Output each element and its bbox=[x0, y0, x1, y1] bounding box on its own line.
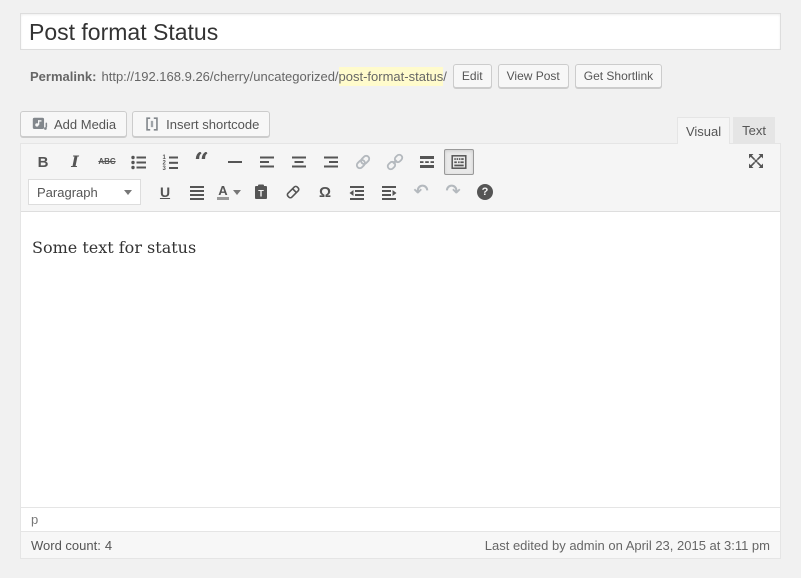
text-color-button[interactable]: A bbox=[214, 179, 244, 205]
align-left-icon bbox=[257, 152, 277, 172]
content-paragraph: Some text for status bbox=[32, 238, 770, 257]
fullscreen-button[interactable] bbox=[741, 148, 771, 174]
editor-mode-tabs: Visual Text bbox=[677, 117, 775, 143]
bulleted-list-icon bbox=[129, 152, 149, 172]
add-media-label: Add Media bbox=[54, 117, 116, 132]
strikethrough-icon: ABC bbox=[98, 158, 115, 166]
special-character-button[interactable]: Ω bbox=[310, 179, 340, 205]
word-count-label: Word count: bbox=[31, 538, 101, 553]
justify-icon bbox=[187, 182, 207, 202]
post-status-info: Word count: 4 Last edited by admin on Apr… bbox=[21, 531, 780, 558]
help-icon: ? bbox=[477, 184, 493, 200]
bold-icon: B bbox=[38, 155, 49, 170]
add-media-button[interactable]: Add Media bbox=[20, 111, 127, 137]
format-select[interactable]: Paragraph bbox=[28, 179, 141, 205]
svg-text:3: 3 bbox=[163, 166, 167, 172]
shortcode-icon bbox=[143, 115, 161, 133]
word-count-value: 4 bbox=[105, 538, 112, 553]
svg-text:“: “ bbox=[194, 152, 209, 172]
remove-formatting-button[interactable] bbox=[278, 179, 308, 205]
underline-icon: U bbox=[160, 185, 170, 199]
numbered-list-button[interactable]: 123 bbox=[156, 149, 186, 175]
format-select-value: Paragraph bbox=[37, 185, 98, 200]
align-right-button[interactable] bbox=[316, 149, 346, 175]
text-color-icon: A bbox=[217, 184, 240, 200]
unlink-button bbox=[380, 149, 410, 175]
bold-button[interactable]: B bbox=[28, 149, 58, 175]
editor-frame: B I ABC 123 “ Paragraph U A T Ω ↶ ↷? Some text fo… bbox=[20, 143, 781, 559]
paste-as-text-icon: T bbox=[251, 182, 271, 202]
remove-formatting-icon bbox=[283, 182, 303, 202]
media-bar: Add Media Insert shortcode bbox=[20, 111, 270, 137]
more-tag-button[interactable] bbox=[412, 149, 442, 175]
permalink-label: Permalink: bbox=[30, 69, 96, 84]
outdent-button[interactable] bbox=[342, 179, 372, 205]
bulleted-list-button[interactable] bbox=[124, 149, 154, 175]
permalink: Permalink: http://192.168.9.26/cherry/un… bbox=[30, 63, 662, 89]
italic-icon: I bbox=[71, 154, 78, 170]
path-item-p[interactable]: p bbox=[31, 512, 38, 527]
link-icon bbox=[353, 152, 373, 172]
numbered-list-icon: 123 bbox=[161, 152, 181, 172]
horizontal-rule-button[interactable] bbox=[220, 149, 250, 175]
align-right-icon bbox=[321, 152, 341, 172]
strikethrough-button[interactable]: ABC bbox=[92, 149, 122, 175]
link-button bbox=[348, 149, 378, 175]
media-icon bbox=[31, 115, 49, 133]
blockquote-button[interactable]: “ bbox=[188, 149, 218, 175]
paste-as-text-button[interactable]: T bbox=[246, 179, 276, 205]
insert-shortcode-label: Insert shortcode bbox=[166, 117, 259, 132]
fullscreen-icon bbox=[746, 151, 766, 171]
justify-button[interactable] bbox=[182, 179, 212, 205]
undo-button: ↶ bbox=[406, 179, 436, 205]
permalink-slug[interactable]: post-format-status bbox=[339, 67, 444, 86]
word-count: Word count: 4 bbox=[31, 538, 112, 553]
svg-text:T: T bbox=[258, 189, 264, 199]
outdent-icon bbox=[347, 182, 367, 202]
editor-toolbar: B I ABC 123 “ Paragraph U A T Ω ↶ ↷? bbox=[21, 144, 780, 212]
chevron-down-icon bbox=[124, 190, 132, 195]
special-character-icon: Ω bbox=[319, 185, 331, 200]
statusbar-path: p bbox=[21, 507, 780, 531]
blockquote-icon: “ bbox=[193, 152, 213, 172]
insert-shortcode-button[interactable]: Insert shortcode bbox=[132, 111, 270, 137]
redo-button: ↷ bbox=[438, 179, 468, 205]
indent-icon bbox=[379, 182, 399, 202]
edit-permalink-button[interactable]: Edit bbox=[453, 64, 492, 88]
toolbar-row-1: B I ABC 123 “ bbox=[27, 147, 774, 177]
undo-icon: ↶ bbox=[413, 183, 428, 201]
horizontal-rule-icon bbox=[225, 152, 245, 172]
last-edited: Last edited by admin on April 23, 2015 a… bbox=[485, 538, 770, 553]
tab-text[interactable]: Text bbox=[733, 117, 775, 143]
post-title-input[interactable] bbox=[20, 13, 781, 50]
toolbar-toggle-button[interactable] bbox=[444, 149, 474, 175]
align-left-button[interactable] bbox=[252, 149, 282, 175]
permalink-url-prefix: http://192.168.9.26/cherry/uncategorized… bbox=[101, 69, 338, 84]
permalink-suffix: / bbox=[443, 69, 447, 84]
italic-button[interactable]: I bbox=[60, 149, 90, 175]
underline-button[interactable]: U bbox=[150, 179, 180, 205]
fullscreen-slot bbox=[740, 148, 772, 176]
unlink-icon bbox=[385, 152, 405, 172]
align-center-button[interactable] bbox=[284, 149, 314, 175]
toolbar-row-2: Paragraph U A T Ω ↶ ↷? bbox=[27, 177, 774, 207]
indent-button[interactable] bbox=[374, 179, 404, 205]
help-button[interactable]: ? bbox=[470, 179, 500, 205]
editor-content[interactable]: Some text for status bbox=[21, 212, 780, 507]
align-center-icon bbox=[289, 152, 309, 172]
view-post-button[interactable]: View Post bbox=[498, 64, 569, 88]
redo-icon: ↷ bbox=[445, 183, 460, 201]
get-shortlink-button[interactable]: Get Shortlink bbox=[575, 64, 662, 88]
tab-visual[interactable]: Visual bbox=[677, 117, 730, 144]
toolbar-toggle-icon bbox=[449, 152, 469, 172]
post-editor-page: Permalink: http://192.168.9.26/cherry/un… bbox=[0, 0, 801, 578]
more-tag-icon bbox=[417, 152, 437, 172]
